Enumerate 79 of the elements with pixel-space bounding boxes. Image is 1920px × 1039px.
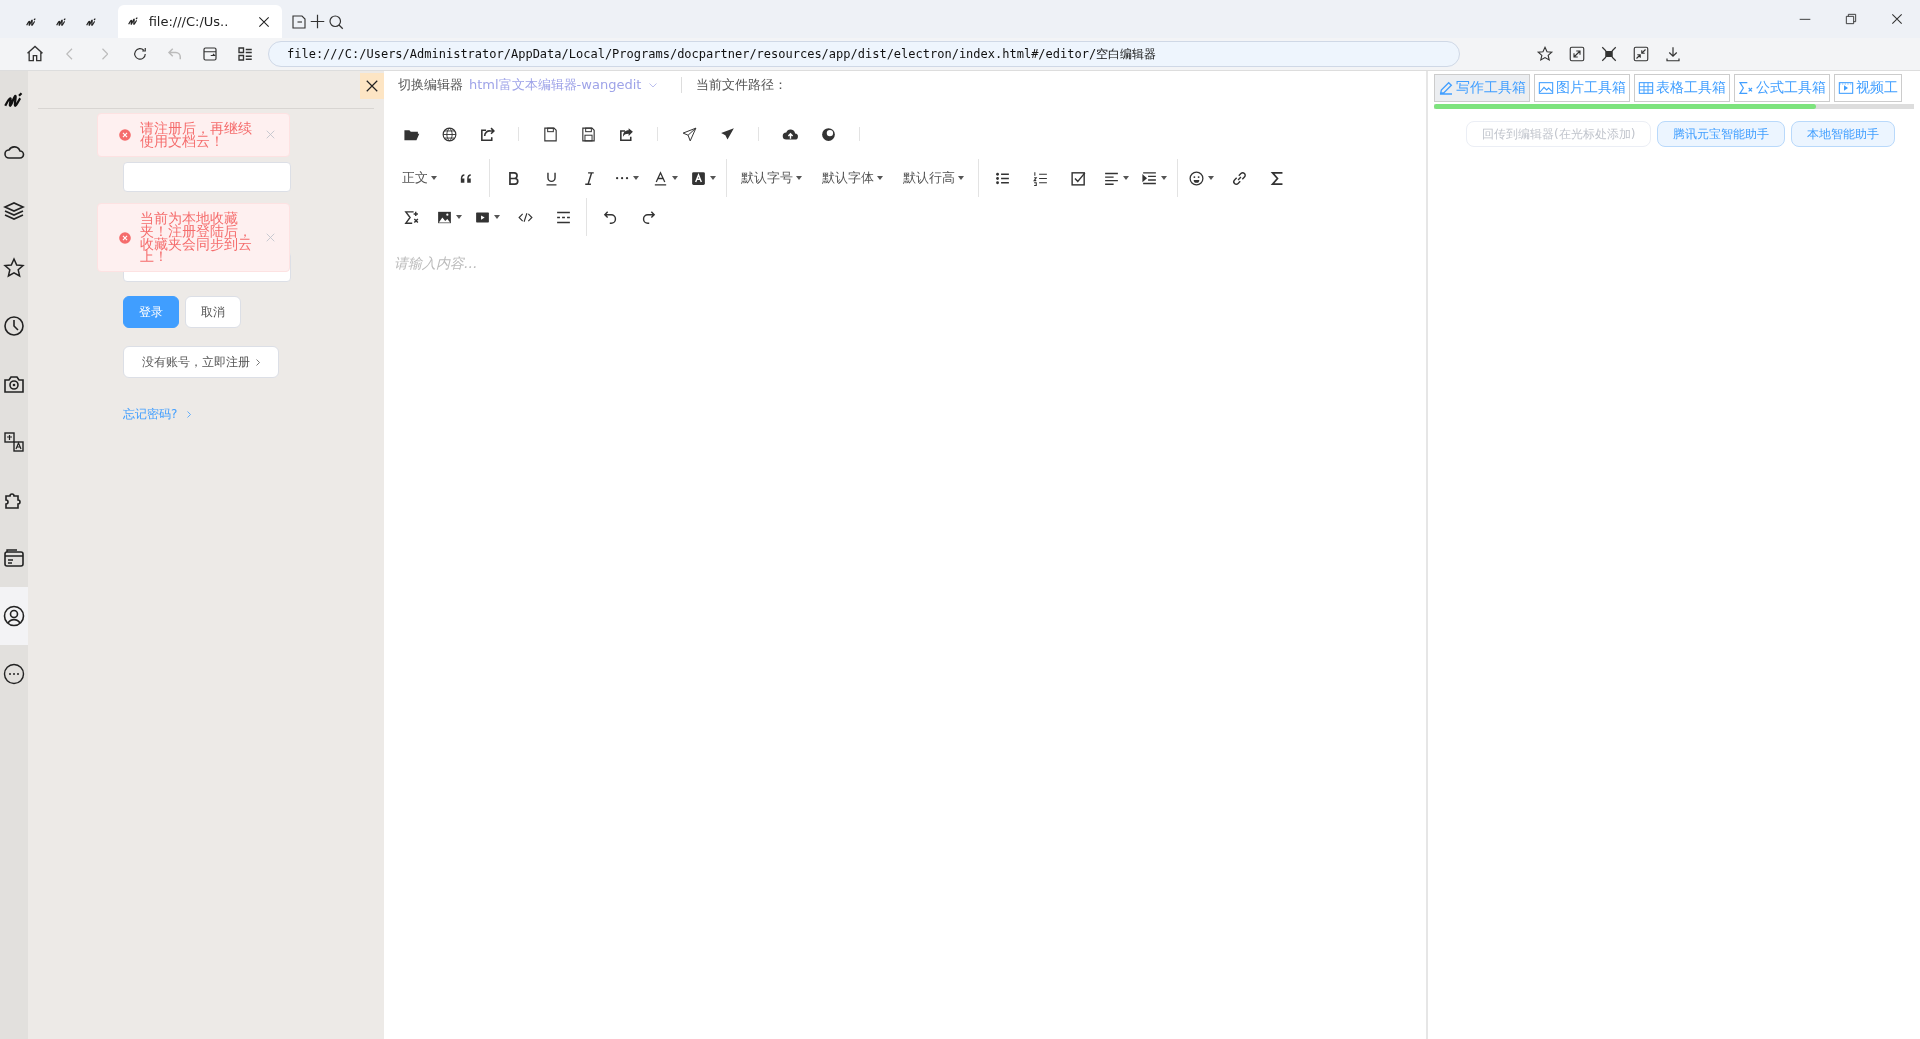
switch-editor-label: 切换编辑器 <box>398 76 463 94</box>
editor-placeholder[interactable]: 请输入内容... <box>394 255 1426 273</box>
browser-tab[interactable]: file:///C:/Us.. <box>118 5 282 38</box>
image-icon <box>1538 80 1554 96</box>
scribble-icon <box>25 17 37 27</box>
close-icon <box>1889 11 1905 27</box>
page-icon <box>200 45 219 63</box>
forward-icon <box>100 48 109 60</box>
expand-icon <box>1568 45 1586 63</box>
editor-select[interactable]: html富文本编辑器-wangedit <box>469 76 658 94</box>
toolbox-tab[interactable]: 写作工具箱 <box>1434 74 1530 102</box>
register-button[interactable]: 没有账号，立即注册 <box>123 346 279 378</box>
save-as-icon <box>579 125 597 143</box>
chevron-down-icon <box>649 82 658 88</box>
search-icon <box>327 12 345 31</box>
toolbox-tab[interactable]: 表格工具箱 <box>1634 74 1730 102</box>
cancel-button[interactable]: 取消 <box>185 296 241 328</box>
forgot-password-link[interactable]: 忘记密码? <box>123 406 374 423</box>
indent-icon <box>1141 169 1158 187</box>
toast-message: 当前为本地收藏夹！注册登陆后，收藏夹会同步到云上！ <box>140 212 253 264</box>
table-icon <box>1638 80 1654 96</box>
toolbar-dropdown[interactable]: 默认行高 <box>893 162 974 194</box>
new-tab-icon <box>290 12 308 31</box>
card-icon <box>2 546 26 570</box>
link-icon <box>1230 169 1248 187</box>
file-path-label: 当前文件路径： <box>696 76 788 94</box>
scribble-icon <box>85 17 97 27</box>
background-color-icon <box>690 169 707 187</box>
minimize-icon <box>1799 17 1811 21</box>
toolbox-tab[interactable]: 图片工具箱 <box>1534 74 1630 102</box>
clear-format-icon <box>402 208 420 226</box>
input-field[interactable] <box>123 162 291 192</box>
plus-icon <box>310 14 325 29</box>
download-icon <box>1664 45 1682 63</box>
home-icon <box>24 44 45 64</box>
clock-icon <box>2 314 26 338</box>
chevron-icon <box>256 358 260 366</box>
scribble-icon <box>55 17 67 27</box>
more-icon <box>2 662 26 686</box>
address-bar[interactable]: file:///C:/Users/Administrator/AppData/Local/Programs/docpartner/resources/app/dist/electron/index.html#/editor/空白编辑器 <box>268 41 1460 67</box>
close-button[interactable] <box>360 73 384 99</box>
toolbox-tab[interactable]: 视频工 <box>1834 74 1902 102</box>
login-button[interactable]: 登录 <box>123 296 179 328</box>
contrast-icon <box>819 125 837 143</box>
error-icon <box>118 230 132 245</box>
star-icon <box>1536 45 1554 63</box>
emoji-icon <box>1188 169 1205 187</box>
scrollbar-thumb[interactable] <box>1434 104 1816 109</box>
scribble-icon <box>128 17 139 26</box>
video-icon <box>1838 80 1854 96</box>
user-icon <box>2 604 26 628</box>
chevron-icon <box>187 411 192 418</box>
toolbar-dropdown[interactable]: 正文 <box>392 162 447 194</box>
error-icon <box>118 127 132 142</box>
fit-screen-icon <box>1600 45 1618 63</box>
reupload-icon <box>478 125 496 143</box>
toast-message: 请注册后，再继续使用文档云！ <box>140 122 253 148</box>
scribble-icon <box>4 91 24 109</box>
restore-icon <box>1843 11 1859 27</box>
assistant-button[interactable]: 本地智能助手 <box>1791 121 1896 147</box>
list-icon <box>235 45 254 63</box>
toolbar-dropdown[interactable]: 默认字体 <box>812 162 893 194</box>
toolbox-tab[interactable]: 公式工具箱 <box>1734 74 1830 102</box>
font-color-icon <box>652 169 669 187</box>
checkbox-icon <box>1069 169 1087 187</box>
back-icon <box>65 48 74 60</box>
shrink-icon <box>1632 45 1650 63</box>
formula-icon <box>1738 80 1754 96</box>
toolbar-dropdown[interactable]: 默认字号 <box>731 162 812 194</box>
numbered-list-icon <box>1031 169 1049 187</box>
save-icon <box>541 125 559 143</box>
more-icon <box>615 175 630 181</box>
star-icon <box>2 256 26 280</box>
pencil-icon <box>1438 80 1454 96</box>
sidebar-item[interactable] <box>0 587 28 645</box>
globe-icon <box>440 125 458 143</box>
translate-icon <box>2 430 26 454</box>
assistant-button[interactable]: 腾讯元宝智能助手 <box>1657 121 1786 147</box>
paper-plane-icon <box>680 125 698 143</box>
